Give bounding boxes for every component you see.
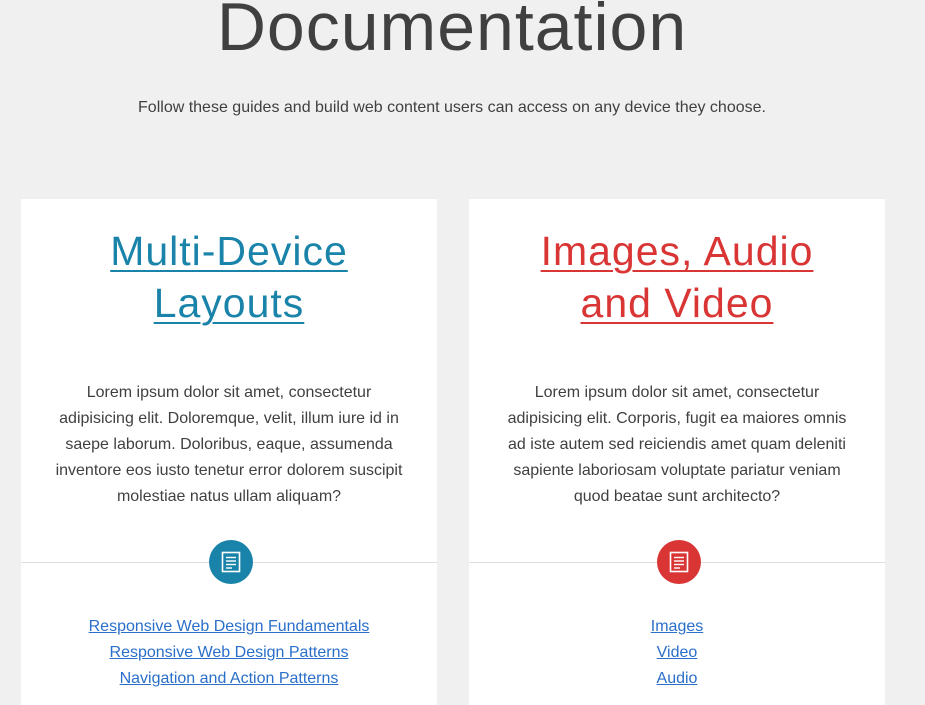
document-icon: [209, 540, 253, 584]
list-item: Audio: [469, 666, 885, 692]
card-title-line1: Multi-Device: [110, 228, 348, 274]
list-item: Responsive Web Design Fundamentals: [21, 614, 437, 640]
list-item: Images: [469, 614, 885, 640]
list-item: Navigation and Action Patterns: [21, 666, 437, 692]
link-images[interactable]: Images: [651, 618, 703, 635]
card-title-link[interactable]: Multi-Device Layouts: [51, 225, 407, 329]
card-title-line1: Images, Audio: [540, 228, 814, 274]
link-video[interactable]: Video: [657, 644, 698, 661]
card-title-line2: and Video: [580, 280, 774, 326]
card-multi-device-layouts: Multi-Device Layouts Lorem ipsum dolor s…: [21, 199, 437, 705]
link-navigation-and-action-patterns[interactable]: Navigation and Action Patterns: [120, 670, 339, 687]
card-description: Lorem ipsum dolor sit amet, consectetur …: [507, 384, 847, 505]
card-link-list: Images Video Audio: [469, 614, 885, 692]
link-responsive-web-design-fundamentals[interactable]: Responsive Web Design Fundamentals: [89, 618, 370, 635]
link-responsive-web-design-patterns[interactable]: Responsive Web Design Patterns: [110, 644, 349, 661]
document-icon: [657, 540, 701, 584]
list-item: Responsive Web Design Patterns: [21, 640, 437, 666]
list-item: Video: [469, 640, 885, 666]
card-title-line2: Layouts: [153, 280, 305, 326]
card-images-audio-video: Images, Audio and Video Lorem ipsum dolo…: [469, 199, 885, 705]
card-link-list: Responsive Web Design Fundamentals Respo…: [21, 614, 437, 692]
page-title: Documentation: [216, 0, 688, 65]
page-subtitle: Follow these guides and build web conten…: [138, 99, 766, 116]
card-description: Lorem ipsum dolor sit amet, consectetur …: [55, 384, 403, 505]
documentation-page: Documentation Follow these guides and bu…: [0, 0, 925, 705]
card-title-link[interactable]: Images, Audio and Video: [499, 225, 855, 329]
link-audio[interactable]: Audio: [657, 670, 698, 687]
